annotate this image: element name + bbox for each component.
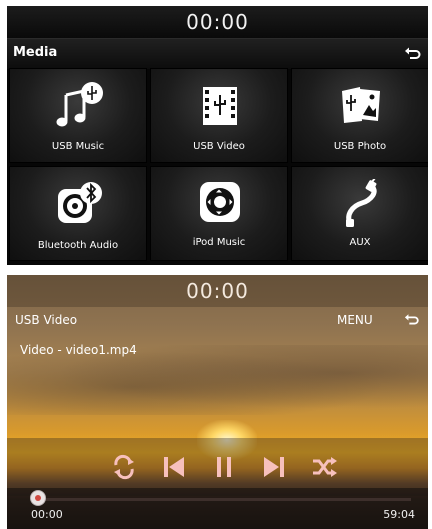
total-time: 59:04 — [383, 508, 415, 521]
usb-photo-label: USB Photo — [333, 141, 387, 152]
page-title: USB Video — [15, 313, 78, 327]
back-arrow-icon — [404, 314, 419, 325]
clock: 00:00 — [7, 6, 428, 38]
aux-tile[interactable]: AUX — [291, 166, 428, 261]
pause-icon[interactable] — [210, 453, 238, 481]
usb-music-tile[interactable]: USB Music — [9, 68, 147, 163]
ipod-music-label: iPod Music — [192, 237, 246, 248]
video-player-screen: 00:00 USB Video MENU Video - video1.mp4 — [7, 275, 428, 529]
usb-music-label: USB Music — [51, 141, 105, 152]
current-time: 00:00 — [31, 508, 63, 521]
bluetooth-audio-label: Bluetooth Audio — [37, 240, 119, 251]
bluetooth-audio-icon — [58, 182, 102, 223]
ipod-music-icon — [200, 182, 240, 222]
previous-icon[interactable] — [160, 453, 188, 481]
usb-photo-tile[interactable]: USB Photo — [291, 68, 428, 163]
progress-area — [7, 488, 428, 529]
title-bar: Media — [7, 38, 428, 69]
shuffle-icon[interactable] — [310, 453, 338, 481]
bluetooth-audio-tile[interactable]: Bluetooth Audio — [9, 166, 147, 261]
usb-music-icon — [56, 82, 103, 127]
next-icon[interactable] — [260, 453, 288, 481]
aux-label: AUX — [349, 237, 371, 248]
back-arrow-icon — [405, 47, 421, 59]
repeat-icon[interactable] — [110, 453, 138, 481]
usb-video-tile[interactable]: USB Video — [150, 68, 288, 163]
title-bar: USB Video MENU — [7, 309, 428, 333]
aux-cable-icon — [346, 179, 377, 227]
page-title: Media — [13, 45, 58, 60]
back-button[interactable] — [404, 45, 422, 63]
back-button[interactable] — [404, 312, 420, 328]
progress-track[interactable] — [38, 498, 411, 501]
file-name: Video - video1.mp4 — [20, 343, 137, 357]
menu-button[interactable]: MENU — [337, 313, 373, 327]
usb-video-label: USB Video — [193, 141, 245, 152]
media-screen: 00:00 Media USB Music USB Video USB Phot… — [7, 6, 428, 265]
progress-knob[interactable] — [31, 491, 45, 505]
usb-photo-icon — [342, 87, 380, 123]
usb-video-icon — [203, 87, 237, 125]
clock: 00:00 — [7, 275, 428, 307]
ipod-music-tile[interactable]: iPod Music — [150, 166, 288, 261]
